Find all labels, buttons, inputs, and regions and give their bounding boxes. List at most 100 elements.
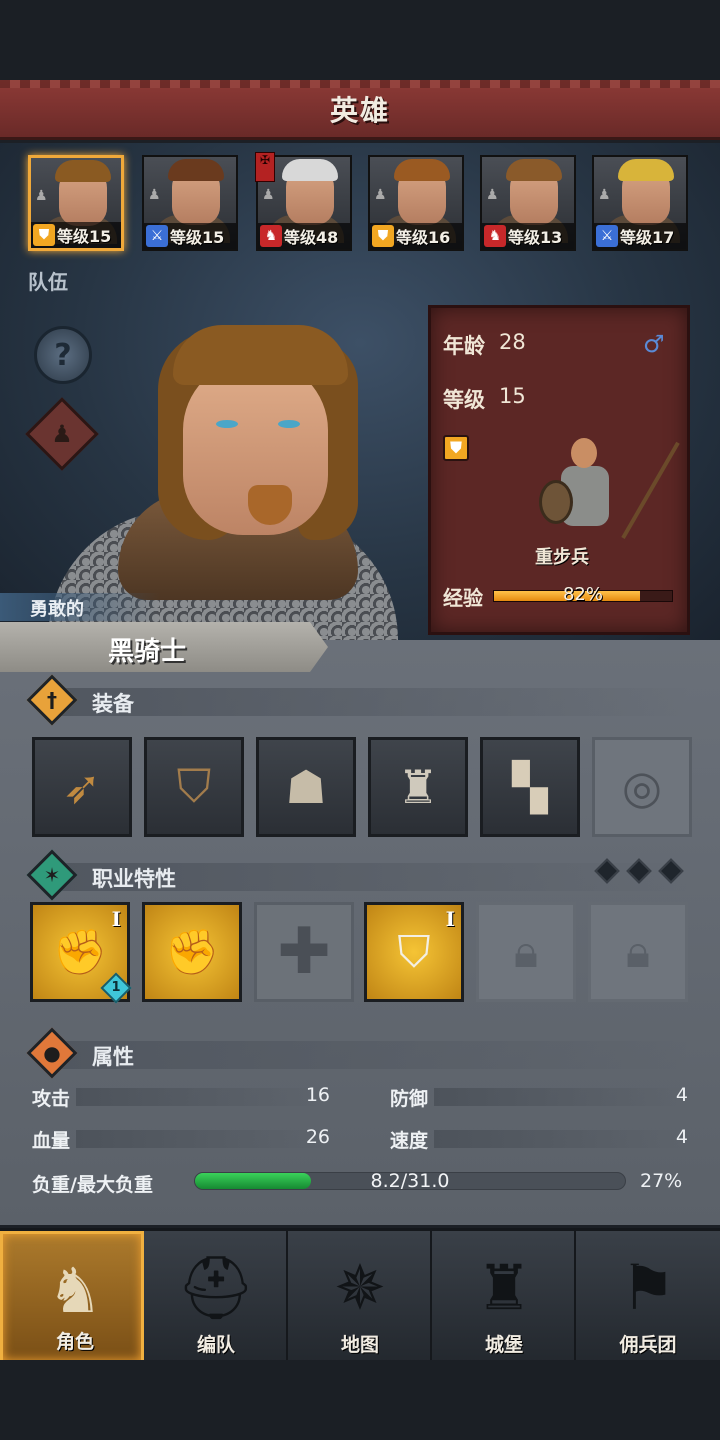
ring-icon: ◎	[621, 760, 663, 814]
compass-icon: ✵	[334, 1251, 386, 1324]
equipment-section-icon: †	[26, 674, 78, 726]
equipment-section-header: † 装备	[26, 674, 690, 726]
unit-icon: ♟	[35, 188, 48, 204]
nav-label: 地图	[340, 1334, 379, 1356]
skill-slot-4[interactable]: ⛉ I	[364, 902, 464, 1002]
hero-slot-footer: ♞ 等级13	[482, 223, 574, 249]
speed-value: 4	[675, 1126, 688, 1148]
leader-banner-icon: ✠	[255, 152, 275, 182]
mercenary-banner-icon: ⚑	[620, 1251, 676, 1324]
skill-gem-count: 1	[111, 980, 121, 995]
hero-level: 等级15	[57, 227, 112, 246]
age-label: 年龄	[443, 334, 485, 358]
hero-slot-footer: ⚔ 等级17	[594, 223, 686, 249]
hero-slot-footer: ♞ 等级48	[258, 223, 350, 249]
equip-slot-ring[interactable]: ◎	[592, 737, 692, 837]
nav-label: 编队	[196, 1334, 235, 1356]
gauntlet-icon: ✊	[164, 927, 220, 978]
unit-icon: ♟	[262, 187, 275, 203]
unit-shield	[539, 480, 573, 524]
title-bar: 英雄	[0, 80, 720, 140]
hero-portrait-hair	[394, 159, 450, 181]
unit-head	[571, 438, 597, 468]
row-line	[434, 1088, 684, 1106]
page-title: 英雄	[329, 93, 390, 127]
equip-slot-weapon[interactable]: ➶	[32, 737, 132, 837]
load-value: 8.2/31.0	[370, 1170, 450, 1192]
speed-label: 速度	[390, 1130, 429, 1152]
hero-portrait-hair	[55, 160, 111, 182]
nav-tab-mercenaries[interactable]: ⚑ 佣兵团	[576, 1231, 720, 1363]
skill-slot-3[interactable]: ✚	[254, 902, 354, 1002]
equip-slot-shield[interactable]: ⛉	[144, 737, 244, 837]
skill-slot-1[interactable]: ✊ I 1	[30, 902, 132, 1004]
level-label: 等级	[443, 388, 485, 412]
level-value: 15	[499, 384, 526, 408]
hair-top	[173, 325, 348, 385]
skill-slot-6[interactable]: 🔒︎	[588, 902, 688, 1002]
skill-rank: I	[111, 907, 121, 931]
unit-icon: ♟	[486, 187, 499, 203]
hero-portrait-hair	[168, 159, 224, 181]
male-icon: ♂	[643, 330, 665, 358]
shield-icon[interactable]: ⛊	[443, 435, 469, 461]
load-percent: 27%	[640, 1170, 683, 1192]
hero-portrait-hair	[506, 159, 562, 181]
heavy-infantry-figure	[531, 428, 680, 548]
hood-icon: ☗	[285, 760, 327, 814]
sword-icon: ⚔	[596, 225, 618, 247]
age-value: 28	[499, 330, 526, 354]
nav-tab-formation[interactable]: ⛑ 编队	[144, 1231, 288, 1363]
skill-slot-2[interactable]: ✊	[142, 902, 242, 1002]
equip-slot-head[interactable]: ☗	[256, 737, 356, 837]
bottom-safe-area	[0, 1360, 720, 1440]
hero-level: 等级17	[620, 228, 675, 247]
class-traits-section-header: ✶ 职业特性	[26, 849, 690, 901]
attributes-section-icon: ●	[26, 1027, 78, 1079]
hero-slot-footer: ⛊ 等级15	[31, 222, 121, 248]
hero-info-card: 年龄 28 ♂ 等级 15 ⛊ 重步兵 经验 82%	[428, 305, 690, 635]
hero-portrait-hair	[618, 159, 674, 181]
shield-icon: ⛊	[372, 225, 394, 247]
eye-left	[216, 420, 238, 428]
equip-slot-boots[interactable]: ▚	[480, 737, 580, 837]
horse-icon: ♞	[484, 225, 506, 247]
hp-label: 血量	[32, 1130, 71, 1152]
hero-slot-1[interactable]: ♟ ⛊ 等级15	[28, 155, 124, 251]
horse-icon: ♞	[260, 225, 282, 247]
sword-icon: ⚔	[146, 225, 168, 247]
shield-icon: ⛊	[33, 224, 55, 246]
castle-icon: ♜	[476, 1251, 532, 1324]
knight-icon: ♞	[47, 1254, 103, 1327]
nav-tab-map[interactable]: ✵ 地图	[288, 1231, 432, 1363]
xp-label: 经验	[443, 586, 483, 610]
hero-level: 等级13	[508, 228, 563, 247]
nav-tab-character[interactable]: ♞ 角色	[0, 1231, 144, 1363]
person-icon: ●	[43, 1041, 61, 1065]
equip-slot-body[interactable]: ♜	[368, 737, 468, 837]
dagger-icon: †	[47, 688, 57, 712]
gauntlet-strike-icon: ✊	[52, 927, 108, 978]
nav-tab-castle[interactable]: ♜ 城堡	[432, 1231, 576, 1363]
hero-slot-footer: ⚔ 等级15	[144, 223, 236, 249]
speed-row: 速度 4	[390, 1126, 690, 1152]
lock-icon: 🔒︎	[513, 924, 539, 978]
hero-portrait-hair	[282, 159, 338, 181]
hero-name: 黑骑士	[108, 637, 187, 667]
hero-level: 等级15	[170, 228, 225, 247]
cross-icon: ✚	[277, 915, 331, 989]
team-label: 队伍	[28, 270, 68, 294]
hero-level: 等级48	[284, 228, 339, 247]
unit-icon: ♟	[374, 187, 387, 203]
hero-level: 等级16	[396, 228, 451, 247]
hero-slot-4[interactable]: ♟ ⛊ 等级16	[368, 155, 464, 251]
hero-slot-6[interactable]: ♟ ⚔ 等级17	[592, 155, 688, 251]
shield-icon: ⛉	[176, 759, 212, 813]
shield-bash-icon: ⛉	[397, 926, 431, 978]
nav-label: 角色	[55, 1331, 94, 1353]
skill-slot-5[interactable]: 🔒︎	[476, 902, 576, 1002]
hero-slot-5[interactable]: ♟ ♞ 等级13	[480, 155, 576, 251]
hero-slot-2[interactable]: ♟ ⚔ 等级15	[142, 155, 238, 251]
xp-percent: 82%	[562, 584, 603, 605]
row-line	[434, 1130, 684, 1148]
